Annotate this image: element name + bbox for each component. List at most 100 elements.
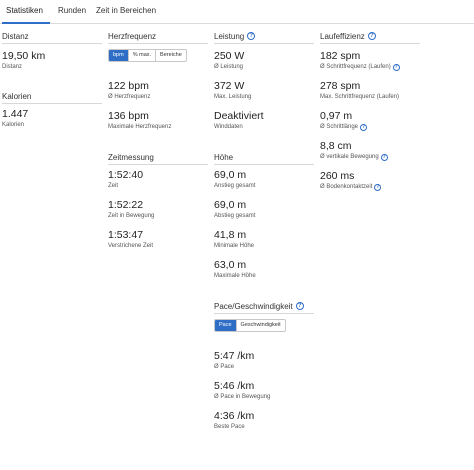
calories-value: 1.447	[2, 108, 29, 120]
hr-max-label: Maximale Herzfrequenz	[108, 124, 172, 130]
cadence-avg-label-row: Ø Schrittfrequenz (Laufen) ?	[320, 63, 400, 72]
efficiency-heading-label: Laufeffizienz	[320, 31, 365, 41]
moving-time-value: 1:52:22	[108, 199, 144, 211]
info-icon[interactable]: ?	[360, 124, 368, 131]
stat-min-elevation: 41,8 m Minimale Höhe	[214, 229, 254, 251]
toggle-percent-max[interactable]: % max.	[129, 50, 157, 61]
stride-label: Ø Schrittlänge	[320, 124, 359, 130]
stat-cadence-max: 278 spm Max. Schrittfrequenz (Laufen)	[320, 80, 399, 102]
efficiency-heading: Laufeffizienz ?	[320, 32, 420, 44]
stat-stride: 0,97 m Ø Schrittlänge ?	[320, 110, 368, 132]
stat-time: 1:52:40 Zeit	[108, 169, 143, 191]
distance-value: 19,50 km	[2, 50, 46, 62]
hr-max-value: 136 bpm	[108, 110, 149, 122]
stat-pace-avg: 5:47 /km Ø Pace	[214, 350, 254, 372]
pace-avg-value: 5:47 /km	[214, 350, 255, 362]
vertical-oscillation-value: 8,8 cm	[320, 140, 352, 152]
stat-elapsed-time: 1:53:47 Verstrichene Zeit	[108, 229, 153, 251]
power-max-value: 372 W	[214, 80, 245, 92]
column-power: Leistung ? 250 W Ø Leistung 372 W Max. L…	[214, 32, 314, 452]
elapsed-time-value: 1:53:47	[108, 229, 144, 241]
time-value: 1:52:40	[108, 169, 144, 181]
power-avg-value: 250 W	[214, 50, 245, 62]
tab-bar: Statistiken Runden Zeit in Bereichen	[0, 0, 474, 24]
min-elevation-value: 41,8 m	[214, 229, 247, 241]
tab-statistiken[interactable]: Statistiken	[6, 6, 43, 15]
stride-label-row: Ø Schrittlänge ?	[320, 123, 368, 132]
wind-value: Deaktiviert	[214, 110, 264, 122]
toggle-pace[interactable]: Pace	[215, 320, 237, 331]
stat-max-elevation: 63,0 m Maximale Höhe	[214, 259, 256, 281]
stat-ascent: 69,0 m Anstieg gesamt	[214, 169, 255, 191]
elevation-heading: Höhe	[214, 153, 314, 165]
distance-label: Distanz	[2, 64, 23, 70]
column-heart-rate: Herzfrequenz bpm % max. Bereiche 122 bpm…	[108, 32, 208, 262]
stat-moving-time: 1:52:22 Zeit in Bewegung	[108, 199, 154, 221]
ground-contact-label: Ø Bodenkontaktzeit	[320, 184, 373, 190]
min-elevation-label: Minimale Höhe	[214, 243, 255, 249]
power-avg-label: Ø Leistung	[214, 64, 244, 70]
stat-power-max: 372 W Max. Leistung	[214, 80, 251, 102]
stat-pace-best: 4:36 /km Beste Pace	[214, 410, 254, 432]
toggle-zones[interactable]: Bereiche	[156, 50, 186, 61]
calories-label: Kalorien	[2, 122, 25, 128]
pace-moving-label: Ø Pace in Bewegung	[214, 394, 271, 400]
max-elevation-value: 63,0 m	[214, 259, 247, 271]
stat-hr-max: 136 bpm Maximale Herzfrequenz	[108, 110, 171, 132]
stat-vertical-oscillation: 8,8 cm Ø vertikale Bewegung ?	[320, 140, 388, 162]
vertical-oscillation-label: Ø vertikale Bewegung	[320, 154, 379, 160]
pace-heading: Pace/Geschwindigkeit ?	[214, 302, 314, 314]
pace-heading-label: Pace/Geschwindigkeit	[214, 301, 293, 311]
cadence-avg-label: Ø Schrittfrequenz (Laufen)	[320, 64, 391, 70]
stat-power-avg: 250 W Ø Leistung	[214, 50, 244, 72]
pace-best-value: 4:36 /km	[214, 410, 255, 422]
max-elevation-label: Maximale Höhe	[214, 273, 256, 279]
pace-unit-toggle: Pace Geschwindigkeit	[214, 319, 286, 332]
pace-best-label: Beste Pace	[214, 424, 245, 430]
column-running-efficiency: Laufeffizienz ? 182 spm Ø Schrittfrequen…	[320, 32, 420, 232]
ascent-value: 69,0 m	[214, 169, 247, 181]
timing-heading: Zeitmessung	[108, 153, 208, 165]
info-icon[interactable]: ?	[295, 302, 304, 310]
stat-descent: 69,0 m Abstieg gesamt	[214, 199, 255, 221]
heart-rate-heading: Herzfrequenz	[108, 32, 208, 44]
power-heading-label: Leistung	[214, 31, 245, 41]
toggle-speed[interactable]: Geschwindigkeit	[237, 320, 285, 331]
tab-runden[interactable]: Runden	[58, 6, 86, 15]
active-tab-indicator	[2, 22, 50, 24]
toggle-bpm[interactable]: bpm	[109, 50, 129, 61]
distance-heading: Distanz	[2, 32, 102, 44]
stat-wind: Deaktiviert Winddaten	[214, 110, 264, 132]
stat-ground-contact: 260 ms Ø Bodenkontaktzeit ?	[320, 170, 382, 192]
pace-avg-label: Ø Pace	[214, 364, 235, 370]
hr-avg-value: 122 bpm	[108, 80, 149, 92]
tab-zeit-in-bereichen[interactable]: Zeit in Bereichen	[96, 6, 156, 15]
calories-heading: Kalorien	[2, 92, 102, 104]
info-icon[interactable]: ?	[374, 184, 382, 191]
descent-value: 69,0 m	[214, 199, 247, 211]
ground-contact-value: 260 ms	[320, 170, 355, 182]
column-distance: Distanz 19,50 km Distanz Kalorien 1.447 …	[2, 32, 102, 232]
power-max-label: Max. Leistung	[214, 94, 252, 100]
wind-label: Winddaten	[214, 124, 243, 130]
pace-moving-value: 5:46 /km	[214, 380, 255, 392]
ground-contact-label-row: Ø Bodenkontaktzeit ?	[320, 183, 382, 192]
info-icon[interactable]: ?	[392, 64, 400, 71]
stat-pace-moving: 5:46 /km Ø Pace in Bewegung	[214, 380, 270, 402]
elapsed-time-label: Verstrichene Zeit	[108, 243, 154, 249]
moving-time-label: Zeit in Bewegung	[108, 213, 155, 219]
info-icon[interactable]: ?	[380, 154, 388, 161]
stat-cadence-avg: 182 spm Ø Schrittfrequenz (Laufen) ?	[320, 50, 400, 72]
time-label: Zeit	[108, 183, 119, 189]
stride-value: 0,97 m	[320, 110, 353, 122]
hr-avg-label: Ø Herzfrequenz	[108, 94, 151, 100]
info-icon[interactable]: ?	[247, 32, 256, 40]
heart-rate-unit-toggle: bpm % max. Bereiche	[108, 49, 187, 62]
descent-label: Abstieg gesamt	[214, 213, 256, 219]
ascent-label: Anstieg gesamt	[214, 183, 256, 189]
power-heading: Leistung ?	[214, 32, 314, 44]
stat-distance: 19,50 km Distanz	[2, 50, 45, 72]
cadence-avg-value: 182 spm	[320, 50, 361, 62]
cadence-max-value: 278 spm	[320, 80, 361, 92]
info-icon[interactable]: ?	[367, 32, 376, 40]
